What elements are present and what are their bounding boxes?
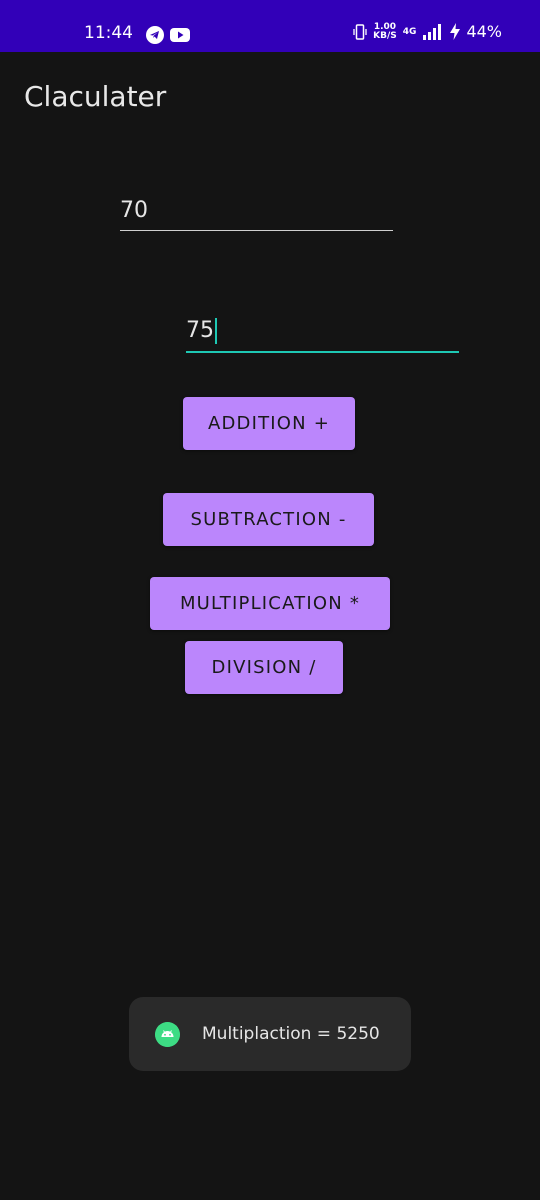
subtraction-button[interactable]: SUBTRACTION - [163, 493, 374, 546]
text-caret [215, 318, 217, 344]
first-number-value: 70 [120, 198, 148, 223]
network-type: 4G [402, 26, 417, 37]
second-number-value: 75 [186, 318, 214, 343]
signal-icon [423, 23, 442, 40]
second-number-input[interactable]: 75 [186, 318, 459, 353]
status-right-group: 1.00 KB/S 4G 44% [353, 22, 502, 41]
android-icon [155, 1022, 180, 1047]
telegram-icon [146, 26, 164, 44]
charging-icon [450, 23, 461, 40]
net-speed-unit: KB/S [373, 30, 397, 41]
division-button[interactable]: DIVISION / [185, 641, 343, 694]
status-bar: 11:44 1.00 KB/S 4G 44% [0, 0, 540, 52]
addition-button[interactable]: ADDITION + [183, 397, 355, 450]
multiplication-button[interactable]: MULTIPLICATION * [150, 577, 390, 630]
toast-message: Multiplaction = 5250 [202, 1024, 380, 1044]
app-title: Claculater [24, 80, 167, 113]
youtube-icon [170, 28, 190, 42]
battery-percent: 44% [466, 22, 502, 41]
status-time: 11:44 [84, 23, 133, 43]
first-number-input[interactable]: 70 [120, 198, 393, 231]
vibrate-icon [353, 23, 367, 40]
result-toast: Multiplaction = 5250 [129, 997, 411, 1071]
net-speed: 1.00 KB/S [373, 22, 397, 41]
